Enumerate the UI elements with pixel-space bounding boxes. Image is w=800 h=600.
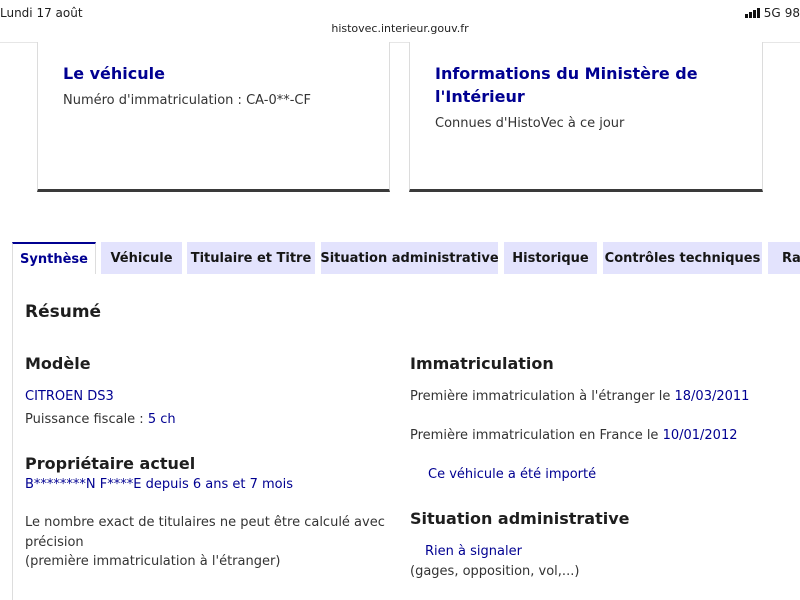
admin-status-link[interactable]: Rien à signaler: [425, 544, 522, 559]
tab-controles-techniques[interactable]: Contrôles techniques: [603, 242, 762, 274]
owner-note-line1: Le nombre exact de titulaires ne peut êt…: [25, 515, 385, 530]
admin-heading: Situation administrative: [410, 509, 630, 528]
imported-link[interactable]: Ce véhicule a été importé: [428, 467, 596, 482]
model-heading: Modèle: [25, 354, 91, 373]
ministry-card: Informations du Ministère de l'Intérieur…: [409, 42, 763, 192]
admin-detail: (gages, opposition, vol,...): [410, 564, 580, 579]
tab-bar: Synthèse Véhicule Titulaire et Titre Sit…: [0, 242, 800, 274]
ministry-card-title: Informations du Ministère de l'Intérieur: [435, 64, 698, 106]
address-bar[interactable]: histovec.interieur.gouv.fr: [0, 22, 800, 43]
url-text: histovec.interieur.gouv.fr: [331, 22, 469, 35]
battery-level: 98: [784, 6, 800, 20]
ministry-card-subtitle: Connues d'HistoVec à ce jour: [435, 116, 625, 131]
owner-note-line3: (première immatriculation à l'étranger): [25, 554, 281, 569]
owner-note-line2: précision: [25, 535, 84, 550]
registration-heading: Immatriculation: [410, 354, 554, 373]
france-registration: Première immatriculation en France le 10…: [410, 428, 738, 443]
status-indicators: 5G 98: [744, 6, 800, 20]
status-date: Lundi 17 août: [0, 6, 83, 20]
foreign-registration: Première immatriculation à l'étranger le…: [410, 389, 750, 404]
summary-title: Résumé: [25, 302, 102, 322]
owner-heading: Propriétaire actuel: [25, 454, 196, 473]
tab-titulaire-titre[interactable]: Titulaire et Titre: [187, 242, 315, 274]
owner-info: B********N F****E depuis 6 ans et 7 mois: [25, 477, 294, 492]
tab-vehicule[interactable]: Véhicule: [101, 242, 182, 274]
fiscal-power: Puissance fiscale : 5 ch: [25, 412, 176, 427]
tab-synthese[interactable]: Synthèse: [12, 242, 96, 274]
cellular-signal-icon: [744, 8, 760, 18]
model-name: CITROEN DS3: [25, 389, 114, 404]
tab-historique[interactable]: Historique: [504, 242, 597, 274]
status-bar: Lundi 17 août 5G 98: [0, 0, 800, 22]
vehicle-card: Le véhicule Numéro d'immatriculation : C…: [37, 42, 390, 192]
network-type: 5G: [763, 6, 781, 20]
vehicle-card-title: Le véhicule: [63, 64, 165, 83]
plate-number: Numéro d'immatriculation : CA-0**-CF: [63, 93, 311, 108]
tab-situation-administrative[interactable]: Situation administrative: [321, 242, 498, 274]
tab-rapport[interactable]: Rap: [768, 242, 800, 274]
